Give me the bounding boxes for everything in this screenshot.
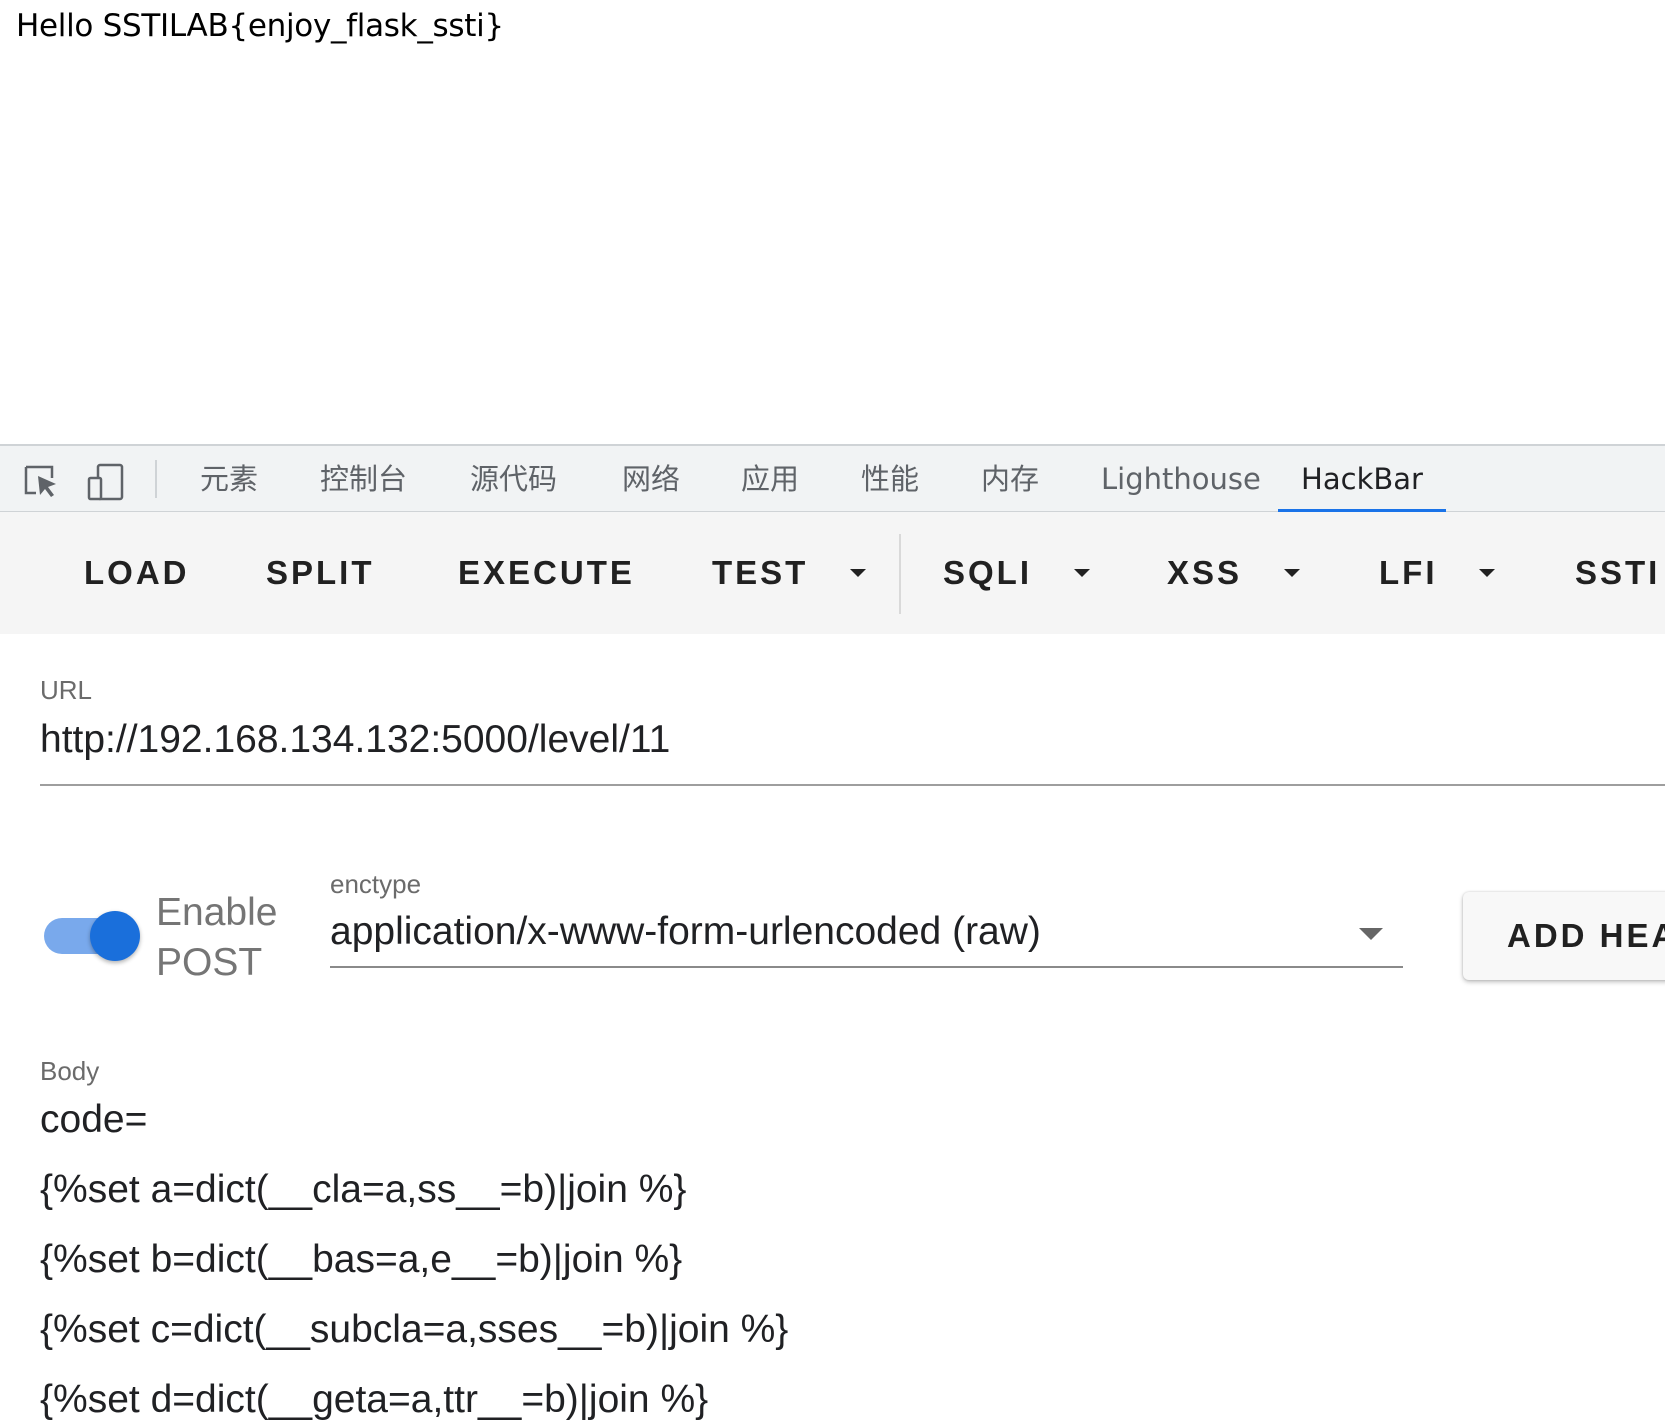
- enable-post-label: Enable POST: [156, 891, 278, 984]
- body-label: Body: [40, 1056, 100, 1086]
- lfi-dropdown-button[interactable]: LFI: [1379, 512, 1496, 634]
- tab-elements[interactable]: 元素: [170, 446, 288, 512]
- inspect-element-icon[interactable]: [22, 462, 62, 502]
- body-text-line[interactable]: {%set a=dict(__cla=a,ss__=b)|join %}: [40, 1168, 686, 1212]
- devtools-tabbar: 元素 控制台 源代码 网络 应用 性能 内存 Lighthouse HackBa…: [0, 444, 1665, 512]
- hackbar-toolbar: LOAD SPLIT EXECUTE TEST SQLI XSS LFI SST…: [0, 512, 1665, 634]
- test-dropdown-button[interactable]: TEST: [712, 512, 867, 634]
- xss-dropdown-button[interactable]: XSS: [1167, 512, 1301, 634]
- body-text-line[interactable]: code=: [40, 1098, 147, 1142]
- toolbar-separator: [899, 534, 901, 614]
- devtools-panel: 元素 控制台 源代码 网络 应用 性能 内存 Lighthouse HackBa…: [0, 444, 1665, 1421]
- tab-hackbar[interactable]: HackBar: [1278, 446, 1446, 512]
- body-text-line[interactable]: {%set c=dict(__subcla=a,sses__=b)|join %…: [40, 1308, 788, 1352]
- enable-post-toggle[interactable]: [90, 911, 140, 961]
- load-button[interactable]: LOAD: [84, 512, 190, 634]
- device-toolbar-icon[interactable]: [86, 462, 126, 502]
- url-input[interactable]: http://192.168.134.132:5000/level/11: [40, 718, 670, 762]
- page-output-text: Hello SSTILAB{enjoy_flask_ssti}: [16, 8, 504, 44]
- ssti-dropdown-button[interactable]: SSTI: [1575, 512, 1660, 634]
- body-text-line[interactable]: {%set b=dict(__bas=a,e__=b)|join %}: [40, 1238, 682, 1282]
- caret-down-icon: [1284, 569, 1301, 578]
- url-input-underline: [40, 784, 1665, 786]
- tab-application[interactable]: 应用: [711, 446, 829, 512]
- tab-lighthouse[interactable]: Lighthouse: [1071, 446, 1291, 512]
- tab-memory[interactable]: 内存: [951, 446, 1069, 512]
- body-text-line[interactable]: {%set d=dict(__geta=a,ttr__=b)|join %}: [40, 1378, 708, 1422]
- tabbar-separator: [155, 460, 157, 498]
- caret-down-icon: [1479, 569, 1496, 578]
- enctype-underline: [330, 966, 1403, 968]
- enctype-select[interactable]: application/x-www-form-urlencoded (raw): [330, 910, 1041, 954]
- enctype-label: enctype: [330, 869, 422, 899]
- tab-console[interactable]: 控制台: [290, 446, 437, 512]
- caret-down-icon: [850, 569, 867, 578]
- url-label: URL: [40, 675, 93, 705]
- split-button[interactable]: SPLIT: [266, 512, 375, 634]
- chevron-down-icon[interactable]: [1359, 928, 1383, 940]
- tab-sources[interactable]: 源代码: [440, 446, 587, 512]
- tab-performance[interactable]: 性能: [831, 446, 949, 512]
- tab-network[interactable]: 网络: [592, 446, 710, 512]
- execute-button[interactable]: EXECUTE: [458, 512, 635, 634]
- add-header-button[interactable]: ADD HEA: [1463, 892, 1665, 980]
- caret-down-icon: [1074, 569, 1091, 578]
- sqli-dropdown-button[interactable]: SQLI: [943, 512, 1091, 634]
